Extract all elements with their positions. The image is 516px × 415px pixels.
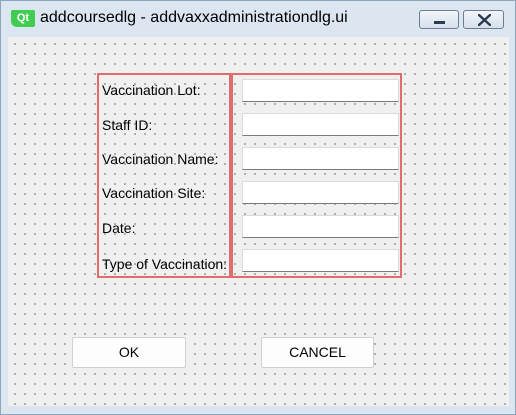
cancel-button[interactable]: CANCEL (261, 337, 374, 368)
designer-form-canvas: Vaccination Lot: Staff ID: Vaccination N… (8, 37, 509, 406)
vaccination-site-input[interactable] (242, 181, 399, 204)
close-icon (478, 14, 491, 26)
title-bar[interactable]: Qt addcoursedlg - addvaxxadministrationd… (1, 1, 515, 36)
dialog-window: Qt addcoursedlg - addvaxxadministrationd… (0, 0, 516, 415)
staff-id-input[interactable] (242, 113, 399, 136)
ok-button[interactable]: OK (72, 337, 186, 368)
minimize-icon (434, 21, 445, 24)
label-layout: Vaccination Lot: Staff ID: Vaccination N… (97, 73, 231, 278)
vaccination-name-input[interactable] (242, 147, 399, 170)
type-of-vaccination-input[interactable] (242, 249, 399, 272)
window-title: addcoursedlg - addvaxxadministrationdlg.… (40, 9, 348, 26)
minimize-button[interactable] (419, 10, 459, 29)
date-input[interactable] (242, 215, 399, 238)
field-layout (231, 73, 402, 278)
type-of-vaccination-label: Type of Vaccination: (102, 256, 228, 272)
vaccination-name-label: Vaccination Name: (102, 151, 219, 167)
vaccination-lot-label: Vaccination Lot: (102, 82, 201, 98)
qt-logo-icon: Qt (11, 10, 35, 27)
staff-id-label: Staff ID: (102, 117, 153, 133)
vaccination-lot-input[interactable] (242, 79, 399, 102)
vaccination-site-label: Vaccination Site: (102, 185, 206, 201)
close-button[interactable] (463, 10, 504, 29)
date-label: Date: (102, 220, 136, 236)
